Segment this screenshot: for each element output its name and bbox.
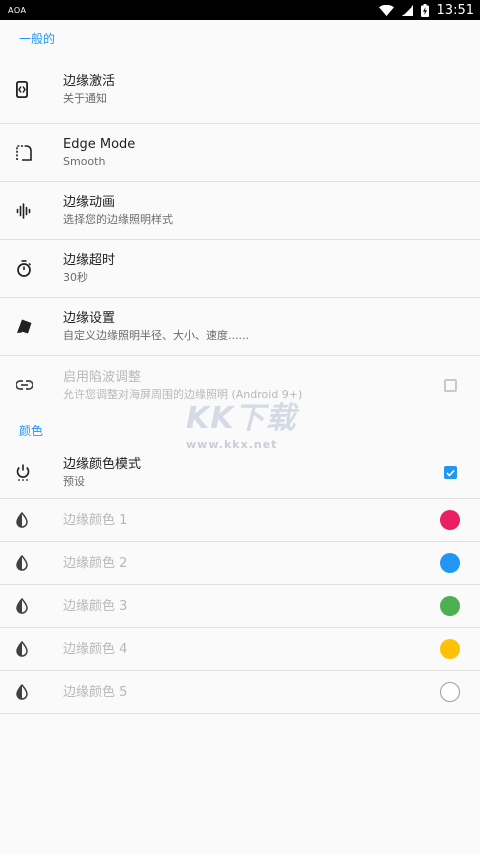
color-invert-icon <box>16 598 28 614</box>
section-header-colors: 颜色 <box>19 424 44 438</box>
color-invert-icon <box>16 555 28 571</box>
setting-edge-mode[interactable]: Edge Mode Smooth <box>0 124 480 182</box>
setting-edge-timeout[interactable]: 边缘超时 30秒 <box>0 240 480 298</box>
color-label: 边缘颜色 5 <box>63 684 128 700</box>
setting-title: 边缘超时 <box>63 253 116 268</box>
setting-subtitle: 预设 <box>63 475 85 488</box>
link-icon <box>16 380 33 390</box>
section-header-general: 一般的 <box>19 31 56 46</box>
color-swatch[interactable] <box>440 682 460 702</box>
setting-subtitle: 关于通知 <box>63 92 107 105</box>
edge-color-row[interactable]: 边缘颜色 1 <box>0 499 480 542</box>
power-icon <box>16 464 30 481</box>
color-swatch[interactable] <box>440 639 460 659</box>
timer-icon <box>17 260 32 277</box>
color-mode-checkbox[interactable] <box>443 466 457 479</box>
setting-title: Edge Mode <box>63 137 136 152</box>
checkmark-icon <box>445 469 455 477</box>
battery-charging-icon <box>420 3 429 17</box>
color-label: 边缘颜色 3 <box>63 598 128 614</box>
setting-title: 启用陷波调整 <box>63 369 142 385</box>
setting-subtitle: Smooth <box>63 155 106 168</box>
color-label: 边缘颜色 4 <box>63 641 128 657</box>
edge-mode-icon <box>16 144 32 161</box>
edge-color-row[interactable]: 边缘颜色 5 <box>0 671 480 714</box>
edge-lighting-icon <box>16 81 28 98</box>
waveform-icon <box>16 202 31 219</box>
color-label: 边缘颜色 1 <box>63 512 128 528</box>
setting-title: 边缘激活 <box>63 74 116 89</box>
color-invert-icon <box>16 641 28 657</box>
setting-notch-adjust[interactable]: 启用陷波调整 允许您调整对海屏周围的边缘照明 (Android 9+) <box>0 356 480 414</box>
wifi-icon <box>378 4 394 16</box>
setting-subtitle: 自定义边缘照明半径、大小、速度...... <box>63 329 249 342</box>
setting-subtitle: 选择您的边缘照明样式 <box>63 213 173 226</box>
color-swatch[interactable] <box>440 553 460 573</box>
setting-title: 边缘颜色模式 <box>63 457 142 472</box>
setting-title: 边缘设置 <box>63 311 116 326</box>
signal-icon <box>401 4 413 16</box>
status-app-label: AOA <box>8 5 27 15</box>
setting-edge-settings[interactable]: 边缘设置 自定义边缘照明半径、大小、速度...... <box>0 298 480 356</box>
edge-color-row[interactable]: 边缘颜色 2 <box>0 542 480 585</box>
setting-subtitle: 允许您调整对海屏周围的边缘照明 (Android 9+) <box>63 387 303 401</box>
color-invert-icon <box>16 684 28 700</box>
color-label: 边缘颜色 2 <box>63 555 128 571</box>
setting-title: 边缘动画 <box>63 195 116 210</box>
setting-edge-color-mode[interactable]: 边缘颜色模式 预设 <box>0 447 480 499</box>
brush-icon <box>17 319 32 334</box>
color-swatch[interactable] <box>440 596 460 616</box>
edge-color-row[interactable]: 边缘颜色 4 <box>0 628 480 671</box>
color-invert-icon <box>16 512 28 528</box>
setting-edge-animation[interactable]: 边缘动画 选择您的边缘照明样式 <box>0 182 480 240</box>
edge-color-row[interactable]: 边缘颜色 3 <box>0 585 480 628</box>
status-bar: AOA 13:51 <box>0 0 480 20</box>
setting-edge-lighting[interactable]: 边缘激活 关于通知 <box>0 56 480 124</box>
notch-adjust-checkbox[interactable] <box>443 378 457 392</box>
color-swatch[interactable] <box>440 510 460 530</box>
status-time: 13:51 <box>436 2 474 18</box>
setting-subtitle: 30秒 <box>63 271 88 284</box>
